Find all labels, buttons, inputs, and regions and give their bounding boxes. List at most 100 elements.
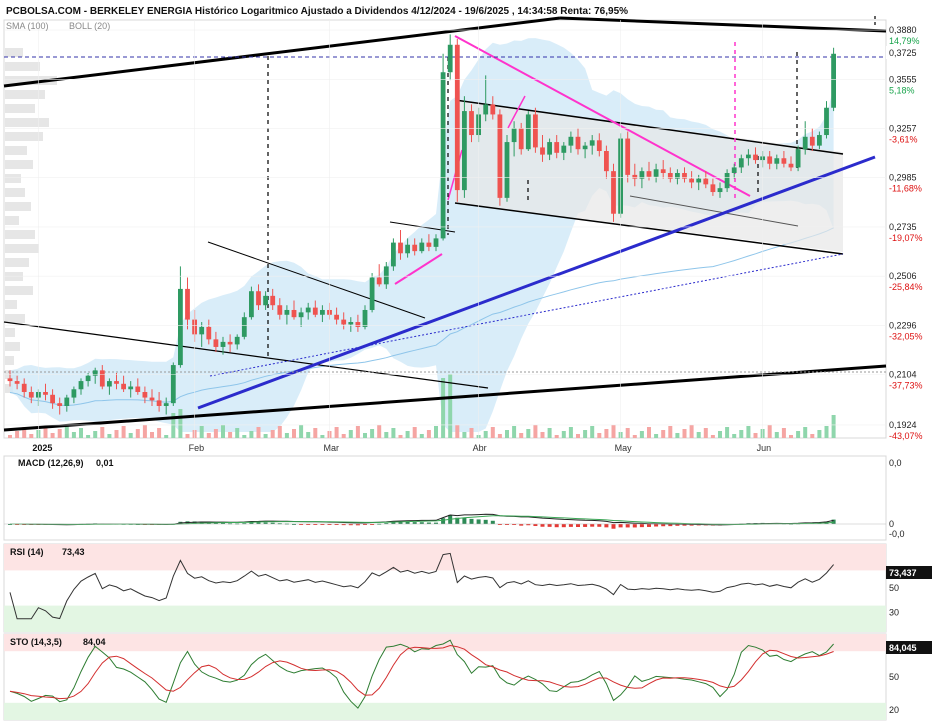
volume-bar (363, 433, 367, 438)
volume-profile-bar (5, 272, 23, 281)
sma-label: SMA (100) (6, 21, 49, 31)
volume-bar (334, 427, 339, 438)
candle-body (312, 307, 318, 315)
volume-bar (774, 432, 779, 438)
macd-histogram-bar (632, 524, 637, 528)
candle-body (241, 317, 247, 337)
candle-body (689, 178, 694, 183)
macd-tick-label: -0,0 (889, 529, 905, 539)
volume-bar (178, 409, 183, 438)
volume-bar (142, 425, 147, 438)
candle-body (497, 114, 503, 198)
volume-bar (675, 433, 680, 438)
volume-bar (817, 430, 822, 438)
candle-body (774, 158, 780, 164)
volume-bar (100, 427, 105, 438)
candle-body (653, 169, 659, 177)
volume-profile-bar (5, 104, 35, 113)
candle-body (355, 322, 361, 327)
volume-profile-bar (5, 188, 25, 197)
candle-body (540, 147, 545, 155)
price-tick-label: 0,1924 (889, 420, 917, 430)
volume-profile-bar (5, 286, 33, 295)
volume-profile-bar (5, 160, 33, 169)
month-label: Jun (757, 443, 772, 453)
volume-bar (242, 435, 247, 438)
price-tick-pct: -43,07% (889, 431, 923, 441)
macd-histogram-bar (469, 518, 474, 524)
volume-bar (647, 427, 651, 438)
sto-label: STO (14,3,5) (10, 637, 62, 647)
volume-bar (391, 428, 396, 438)
candle-body (604, 151, 609, 172)
rsi-value: 73,43 (62, 547, 85, 557)
volume-bar (796, 431, 801, 438)
macd-histogram-bar (547, 524, 552, 527)
candle-body (149, 397, 155, 401)
volume-bar (561, 431, 566, 438)
candle-body (490, 104, 496, 115)
volume-bar (597, 433, 602, 438)
volume-bar (249, 431, 254, 438)
candle-body (206, 326, 212, 340)
volume-bar (199, 426, 204, 438)
volume-profile-bar (5, 118, 49, 127)
candle-body (376, 277, 382, 285)
candle-body (746, 154, 751, 159)
month-label: May (615, 443, 633, 453)
macd-histogram-bar (561, 524, 566, 528)
candle-body (213, 339, 219, 347)
candle-body (64, 397, 70, 406)
volume-bar (370, 429, 375, 438)
volume-bar (235, 428, 240, 438)
candle-body (263, 295, 268, 306)
macd-tick-label: 0 (889, 519, 894, 529)
volume-bar (384, 432, 389, 438)
candle-body (703, 178, 709, 185)
macd-panel-frame (3, 455, 887, 541)
candle-body (107, 381, 112, 387)
candle-body (14, 381, 20, 384)
volume-bar (824, 426, 829, 438)
macd-histogram-bar (576, 524, 580, 528)
volume-bar (377, 425, 382, 438)
rsi-label: RSI (14) (10, 547, 44, 557)
volume-bar (306, 432, 311, 438)
volume-profile-bar (5, 300, 17, 309)
macd-histogram-bar (540, 524, 545, 527)
volume-bar (107, 434, 112, 438)
volume-bar (632, 435, 637, 438)
volume-bar (398, 435, 403, 438)
candle-body (504, 142, 510, 198)
volume-bar (135, 429, 140, 438)
month-label: 2025 (32, 443, 52, 453)
macd-histogram-bar (441, 518, 446, 524)
price-tick-pct: -3,61% (889, 135, 918, 145)
volume-bar (703, 428, 708, 438)
volume-bar (50, 433, 55, 438)
month-label: Feb (189, 443, 205, 453)
sto-d-line (9, 644, 834, 700)
volume-bar (661, 430, 666, 438)
volume-bar (604, 429, 609, 438)
volume-bar (213, 429, 218, 438)
candle-body (625, 138, 631, 175)
candle-body (440, 72, 446, 239)
volume-profile (5, 48, 57, 393)
volume-bar (803, 427, 808, 438)
candle-body (802, 136, 808, 150)
candle-body (284, 309, 290, 315)
candle-body (561, 145, 567, 153)
volume-bar (746, 426, 751, 438)
macd-histogram-bar (568, 524, 573, 527)
macd-histogram-bar (490, 520, 495, 524)
price-tick-pct: -32,05% (889, 331, 923, 341)
candle-body (582, 145, 588, 150)
candle-body (817, 135, 822, 146)
volume-bar (725, 427, 730, 438)
candle-body (788, 163, 794, 168)
candle-body (220, 341, 226, 347)
candle-body (511, 128, 517, 143)
volume-bar (270, 430, 275, 438)
macd-histogram-bar (533, 524, 538, 527)
